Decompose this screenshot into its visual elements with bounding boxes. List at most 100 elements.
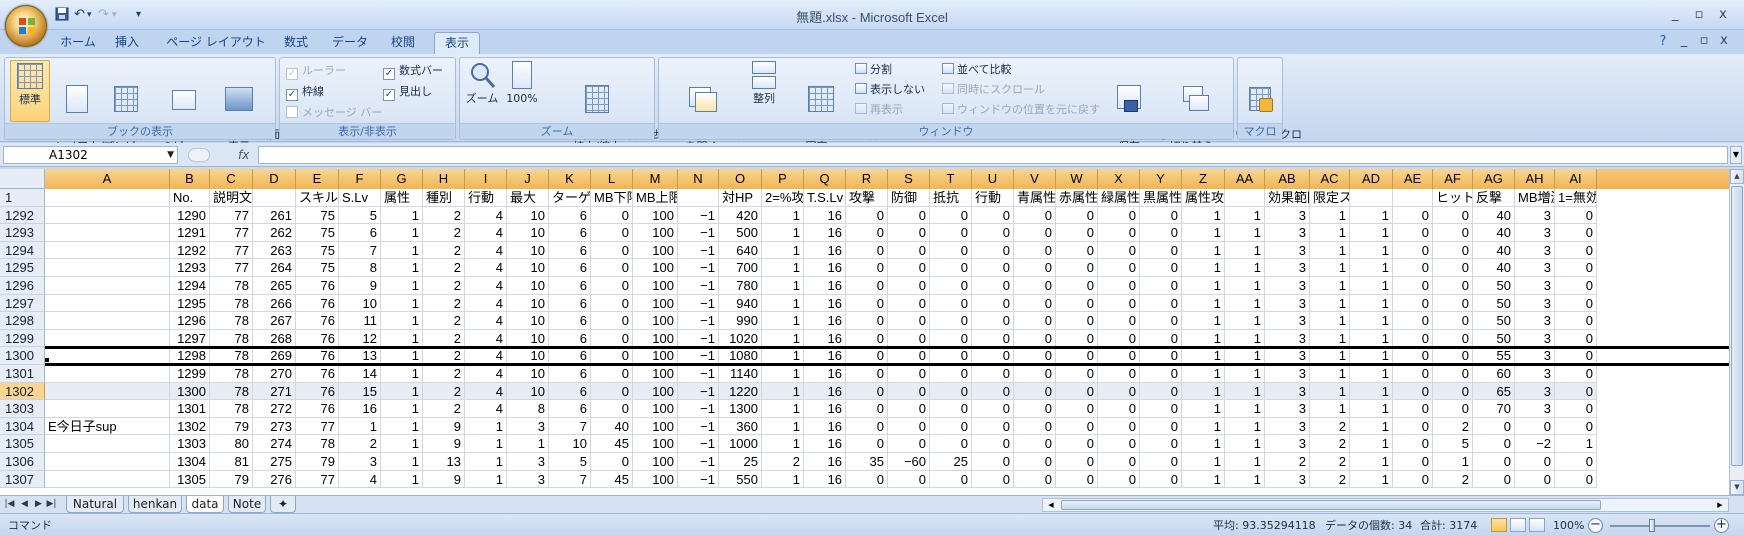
- table-cell[interactable]: 0: [1555, 259, 1597, 277]
- table-cell[interactable]: 1: [1310, 329, 1350, 348]
- table-cell[interactable]: 0: [1098, 453, 1140, 471]
- table-cell[interactable]: 0: [1014, 241, 1056, 260]
- table-cell[interactable]: 0: [1393, 277, 1433, 295]
- table-cell[interactable]: 2: [1310, 453, 1350, 471]
- table-cell[interactable]: 0: [1140, 206, 1182, 225]
- table-cell[interactable]: 0: [888, 241, 930, 260]
- table-cell[interactable]: 2: [423, 382, 465, 401]
- table-cell[interactable]: 100: [633, 365, 678, 383]
- table-cell[interactable]: 0: [591, 259, 633, 277]
- column-header-P[interactable]: P: [762, 169, 804, 189]
- table-cell[interactable]: 264: [253, 259, 296, 277]
- zoom-out-icon[interactable]: −: [1588, 518, 1603, 533]
- table-cell[interactable]: 0: [1473, 417, 1515, 436]
- table-cell[interactable]: 0: [1098, 365, 1140, 383]
- table-cell[interactable]: 10: [507, 277, 549, 295]
- table-cell[interactable]: 550: [719, 470, 762, 489]
- table-cell[interactable]: 16: [804, 329, 846, 348]
- column-header-K[interactable]: K: [549, 169, 591, 189]
- freeze-panes-button[interactable]: ウィンドウ枠の 固定 ▾: [785, 60, 890, 153]
- table-cell[interactable]: 0: [930, 241, 972, 260]
- column-header-F[interactable]: F: [339, 169, 381, 189]
- table-cell[interactable]: 0: [1014, 470, 1056, 489]
- table-cell[interactable]: 3: [1515, 277, 1555, 295]
- table-cell[interactable]: −1: [678, 365, 719, 383]
- column-header-I[interactable]: I: [465, 169, 507, 189]
- table-cell[interactable]: 1: [465, 470, 507, 489]
- table-cell[interactable]: [45, 329, 170, 348]
- table-cell[interactable]: −1: [678, 312, 719, 330]
- column-title-cell[interactable]: 行動: [465, 189, 507, 207]
- column-header-W[interactable]: W: [1056, 169, 1098, 189]
- column-header-Q[interactable]: Q: [804, 169, 846, 189]
- table-cell[interactable]: 6: [549, 277, 591, 295]
- table-cell[interactable]: 76: [296, 382, 339, 401]
- table-cell[interactable]: 0: [930, 382, 972, 401]
- column-title-cell[interactable]: 1=無効: [1555, 189, 1597, 207]
- table-cell[interactable]: 0: [1098, 294, 1140, 313]
- table-cell[interactable]: 0: [1140, 417, 1182, 436]
- table-cell[interactable]: 80: [210, 435, 253, 453]
- table-cell[interactable]: 77: [296, 470, 339, 489]
- column-header-O[interactable]: O: [719, 169, 762, 189]
- row-header[interactable]: 1293: [0, 224, 45, 242]
- table-cell[interactable]: 0: [1056, 417, 1098, 436]
- column-title-cell[interactable]: MB増減: [1515, 189, 1555, 207]
- table-cell[interactable]: 78: [296, 435, 339, 453]
- sheet-tab-natural[interactable]: Natural: [66, 496, 124, 513]
- table-cell[interactable]: 0: [888, 294, 930, 313]
- table-cell[interactable]: 0: [1140, 277, 1182, 295]
- table-cell[interactable]: 5: [549, 453, 591, 471]
- table-cell[interactable]: 0: [591, 224, 633, 242]
- table-cell[interactable]: 0: [1393, 259, 1433, 277]
- table-cell[interactable]: 270: [253, 365, 296, 383]
- table-cell[interactable]: 640: [719, 241, 762, 260]
- table-cell[interactable]: 0: [1140, 435, 1182, 453]
- column-header-A[interactable]: A: [45, 169, 170, 189]
- column-title-cell[interactable]: MB上限: [633, 189, 678, 207]
- table-cell[interactable]: 1: [1225, 365, 1265, 383]
- table-cell[interactable]: 1: [1350, 259, 1393, 277]
- table-cell[interactable]: 1020: [719, 329, 762, 348]
- table-cell[interactable]: 0: [1098, 382, 1140, 401]
- table-cell[interactable]: 4: [465, 259, 507, 277]
- table-cell[interactable]: 4: [465, 382, 507, 401]
- save-workspace-button[interactable]: 作業状態の 保存: [1097, 60, 1180, 153]
- table-cell[interactable]: 45: [591, 470, 633, 489]
- table-cell[interactable]: 76: [296, 312, 339, 330]
- table-cell[interactable]: 100: [633, 400, 678, 418]
- table-cell[interactable]: 2: [423, 224, 465, 242]
- table-cell[interactable]: 0: [1555, 417, 1597, 436]
- table-cell[interactable]: 1305: [170, 470, 210, 489]
- view-side-by-side-button[interactable]: 並べて比較: [942, 61, 1012, 78]
- column-header-R[interactable]: R: [846, 169, 888, 189]
- table-cell[interactable]: 0: [930, 206, 972, 225]
- table-cell[interactable]: 2: [423, 241, 465, 260]
- table-cell[interactable]: 1: [1350, 470, 1393, 489]
- table-cell[interactable]: 1: [381, 294, 423, 313]
- column-header-AD[interactable]: AD: [1350, 169, 1393, 189]
- table-cell[interactable]: 79: [210, 417, 253, 436]
- table-cell[interactable]: [45, 259, 170, 277]
- table-cell[interactable]: 1: [381, 400, 423, 418]
- table-cell[interactable]: [45, 241, 170, 260]
- table-cell[interactable]: 0: [1056, 241, 1098, 260]
- table-cell[interactable]: 0: [930, 417, 972, 436]
- table-cell[interactable]: 0: [846, 312, 888, 330]
- table-cell[interactable]: 1: [1350, 435, 1393, 453]
- table-cell[interactable]: 100: [633, 417, 678, 436]
- table-cell[interactable]: 0: [972, 382, 1014, 401]
- table-cell[interactable]: 1: [1182, 206, 1225, 225]
- table-cell[interactable]: [45, 312, 170, 330]
- table-cell[interactable]: 16: [804, 224, 846, 242]
- row-header[interactable]: 1303: [0, 400, 45, 418]
- table-cell[interactable]: 40: [1473, 224, 1515, 242]
- table-cell[interactable]: 2: [762, 453, 804, 471]
- table-cell[interactable]: 3: [1265, 224, 1310, 242]
- table-cell[interactable]: 76: [296, 365, 339, 383]
- table-cell[interactable]: [45, 365, 170, 383]
- table-cell[interactable]: 0: [846, 277, 888, 295]
- table-cell[interactable]: 1: [762, 400, 804, 418]
- column-title-cell[interactable]: 黒属性: [1140, 189, 1182, 207]
- table-cell[interactable]: 0: [1140, 382, 1182, 401]
